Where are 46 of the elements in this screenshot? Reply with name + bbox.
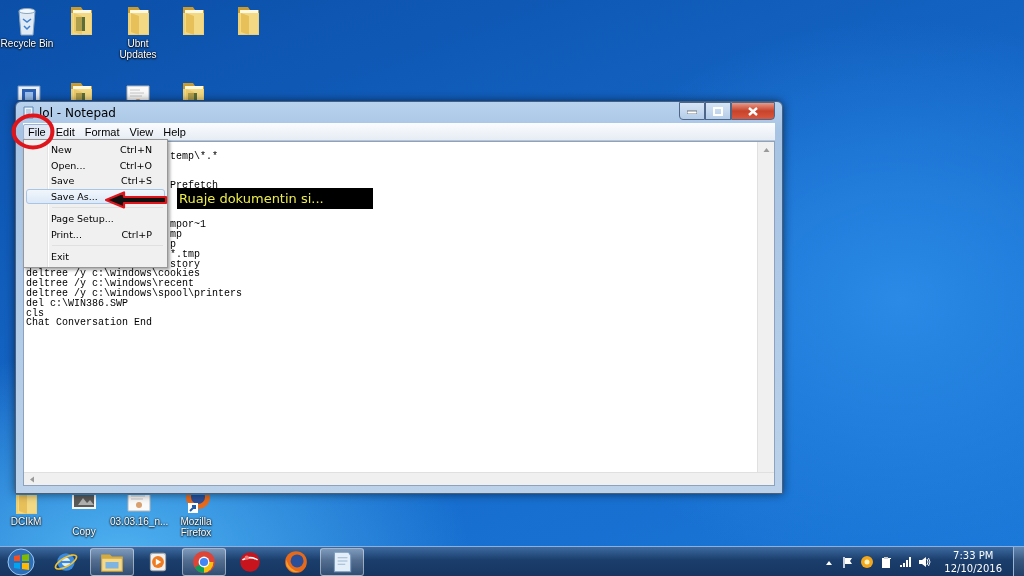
clock-date[interactable]: 12/10/2016 <box>944 561 1002 575</box>
taskbar-button[interactable] <box>90 547 134 576</box>
text-line: del c:\WIN386.SWP <box>26 297 129 309</box>
icon-label[interactable]: Recycle Bin <box>0 38 54 49</box>
horizontal-scrollbar[interactable] <box>24 472 774 485</box>
menu-item[interactable]: File <box>23 123 51 140</box>
menu-item[interactable]: Exit <box>26 249 165 265</box>
text-line: story <box>170 258 200 270</box>
text-line: mpor~1 <box>170 219 206 231</box>
text-line: *.tmp <box>170 248 200 260</box>
menu-item[interactable]: Edit <box>50 123 80 140</box>
menu-item[interactable]: Open... Ctrl+O <box>26 157 165 173</box>
text-line: Chat Conversation End <box>26 317 153 329</box>
pointer-arrow <box>104 191 168 209</box>
start-button[interactable] <box>4 546 38 576</box>
disc-icon[interactable] <box>860 554 875 569</box>
clipboard-icon[interactable] <box>879 554 894 569</box>
menu-item[interactable]: Print... Ctrl+P <box>26 226 165 242</box>
menu-item[interactable]: Help <box>158 123 191 140</box>
menu-item[interactable]: New Ctrl+N <box>26 142 165 158</box>
callout-text: Ruaje dokumentin si... <box>177 188 373 209</box>
maximize-icon <box>713 106 723 116</box>
vertical-scrollbar[interactable] <box>757 142 774 472</box>
signal-icon[interactable] <box>898 554 913 569</box>
clock-time[interactable]: 7:33 PM <box>953 548 994 562</box>
volume-icon[interactable] <box>917 554 932 569</box>
close-icon <box>748 106 758 116</box>
minimize-button[interactable] <box>679 102 705 120</box>
menu-item[interactable]: Page Setup... <box>26 211 165 227</box>
text-line: deltree /y c:\windows\spool\printers <box>26 287 243 299</box>
chrome-icon <box>191 548 217 575</box>
minimize-icon <box>687 108 697 114</box>
menu-item[interactable]: Format <box>79 123 125 140</box>
notepad-icon <box>23 106 35 119</box>
taskbar-button[interactable] <box>182 547 226 576</box>
menu-item[interactable]: View <box>124 123 159 140</box>
text-line: temp\*.* <box>170 150 218 162</box>
menu-item[interactable]: Save Ctrl+S <box>26 173 165 189</box>
maximize-button[interactable] <box>705 102 731 120</box>
icon-label[interactable]: Ubnt Updates <box>109 38 167 60</box>
close-button[interactable] <box>731 102 775 120</box>
text-line: p <box>170 238 176 250</box>
taskbar-button[interactable] <box>320 547 364 576</box>
text-line: mp <box>170 229 182 241</box>
firefox-icon <box>283 548 309 575</box>
show-desktop-button[interactable] <box>1013 547 1024 576</box>
